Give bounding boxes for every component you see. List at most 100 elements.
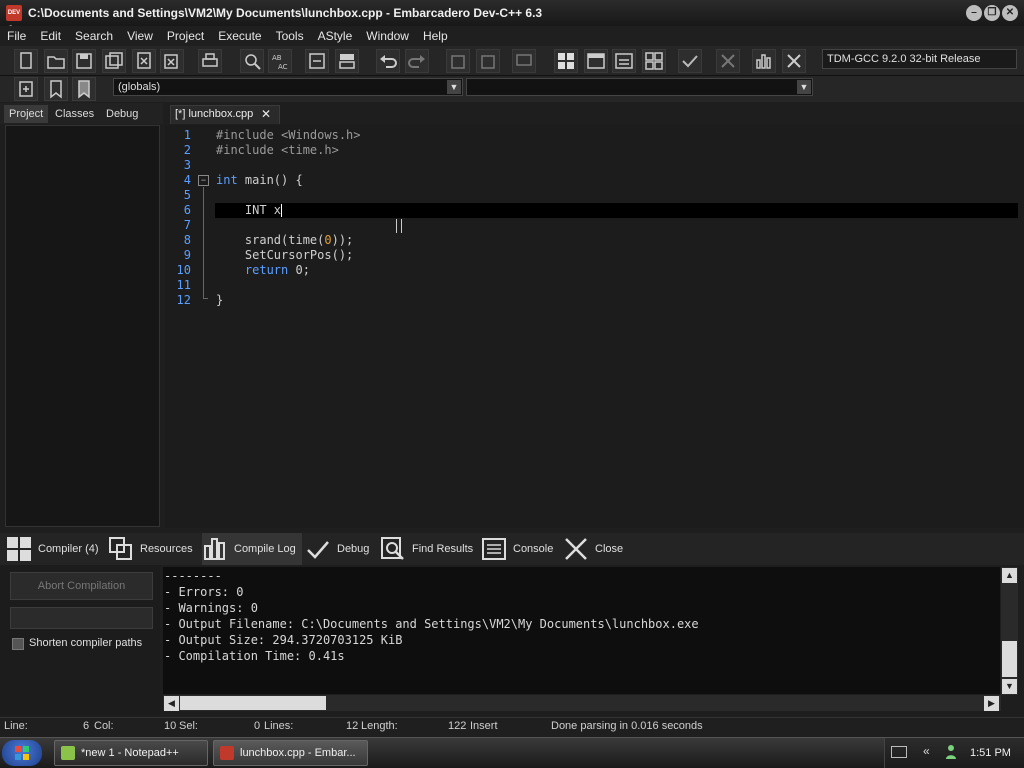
print-icon[interactable] xyxy=(198,49,222,73)
status-lines-label: Lines: xyxy=(264,720,294,732)
bookmark-icon[interactable] xyxy=(44,77,68,101)
goto-bookmark-icon[interactable] xyxy=(72,77,96,101)
taskbar-item-notepadpp[interactable]: *new 1 - Notepad++ xyxy=(54,740,208,766)
undo-icon[interactable] xyxy=(376,49,400,73)
run-icon[interactable] xyxy=(584,49,608,73)
current-line-text: INT x xyxy=(216,203,283,217)
tab-find-results[interactable]: Find Results xyxy=(380,533,473,565)
menu-execute[interactable]: Execute xyxy=(211,29,268,43)
scroll-up-icon[interactable]: ▲ xyxy=(1002,568,1017,583)
log-line: - Output Filename: C:\Documents and Sett… xyxy=(164,617,699,631)
code-line: #include <Windows.h> xyxy=(216,128,361,142)
status-length-label: Length: xyxy=(361,720,398,732)
taskbar-item-label: *new 1 - Notepad++ xyxy=(81,747,179,759)
delete-profile-icon[interactable] xyxy=(782,49,806,73)
restore-button[interactable]: ❐ xyxy=(984,5,1000,21)
code-token: } xyxy=(216,293,224,307)
stop-execution-icon[interactable] xyxy=(716,49,740,73)
status-line-label: Line: xyxy=(4,720,28,732)
scroll-right-icon[interactable]: ▶ xyxy=(984,696,999,711)
save-icon[interactable] xyxy=(72,49,96,73)
unindent-icon[interactable] xyxy=(476,49,500,73)
menu-help[interactable]: Help xyxy=(416,29,455,43)
menu-tools[interactable]: Tools xyxy=(269,29,311,43)
scroll-left-icon[interactable]: ◀ xyxy=(164,696,179,711)
close-window-button[interactable]: ✕ xyxy=(1002,5,1018,21)
menu-search[interactable]: Search xyxy=(68,29,120,43)
tab-compile-log[interactable]: Compile Log xyxy=(202,533,302,565)
tab-classes[interactable]: Classes xyxy=(50,105,99,123)
insert-icon[interactable] xyxy=(14,77,38,101)
scope-select[interactable]: (globals) ▼ xyxy=(113,78,463,96)
minimize-button[interactable]: – xyxy=(966,5,982,21)
replace-icon[interactable]: AB AC xyxy=(268,49,292,73)
compiler-select[interactable]: TDM-GCC 9.2.0 32-bit Release xyxy=(822,49,1017,69)
horizontal-scroll-thumb[interactable] xyxy=(180,696,326,710)
close-all-icon[interactable] xyxy=(160,49,184,73)
menu-file[interactable]: File xyxy=(0,29,33,43)
menu-project[interactable]: Project xyxy=(160,29,211,43)
compile-run-icon[interactable] xyxy=(612,49,636,73)
tab-compiler[interactable]: Compiler (4) xyxy=(6,533,99,565)
code-token: #include <Windows.h> xyxy=(216,128,361,142)
profile-icon[interactable] xyxy=(752,49,776,73)
fold-collapse-icon[interactable]: − xyxy=(198,175,209,186)
network-user-icon[interactable] xyxy=(945,744,957,760)
start-button[interactable] xyxy=(2,740,42,766)
status-message: Done parsing in 0.016 seconds xyxy=(551,720,703,732)
toggle-bookmark-icon[interactable] xyxy=(335,49,359,73)
code-token: main() { xyxy=(237,173,303,187)
editor-tab-label: [*] lunchbox.cpp xyxy=(175,108,254,120)
keyboard-icon[interactable] xyxy=(891,746,907,758)
menu-astyle[interactable]: AStyle xyxy=(311,29,360,43)
chevron-down-icon[interactable]: ▼ xyxy=(797,80,811,94)
menu-window[interactable]: Window xyxy=(359,29,416,43)
goto-line-icon[interactable] xyxy=(305,49,329,73)
new-file-icon[interactable] xyxy=(14,49,38,73)
editor-tab-lunchbox[interactable]: [*] lunchbox.cpp ✕ xyxy=(170,105,280,124)
close-tab-icon[interactable]: ✕ xyxy=(261,106,271,123)
find-icon[interactable] xyxy=(240,49,264,73)
status-lines-value: 12 xyxy=(346,720,359,732)
tab-console[interactable]: Console xyxy=(481,533,553,565)
line-number: 7 xyxy=(183,218,191,232)
indent-icon[interactable] xyxy=(446,49,470,73)
log-line: -------- xyxy=(164,569,222,583)
shorten-paths-label: Shorten compiler paths xyxy=(29,637,143,649)
save-all-icon[interactable] xyxy=(102,49,126,73)
menu-edit[interactable]: Edit xyxy=(33,29,68,43)
vertical-scroll-thumb[interactable] xyxy=(1002,641,1017,677)
compile-icon[interactable] xyxy=(554,49,578,73)
code-editor[interactable]: 1 2 3 4 5 6 7 8 9 10 11 12 #include <Windows.h> #inc… xyxy=(165,125,1024,528)
tab-close[interactable]: Close xyxy=(563,533,623,565)
function-select[interactable]: ▼ xyxy=(466,78,813,96)
shorten-paths-checkbox[interactable] xyxy=(12,638,24,650)
redo-icon[interactable] xyxy=(405,49,429,73)
project-tree[interactable] xyxy=(5,125,160,527)
title-bar: DEV C++ C:\Documents and Settings\VM2\My… xyxy=(0,0,1024,32)
log-horizontal-scrollbar[interactable]: ◀ ▶ xyxy=(163,695,1001,711)
text-cursor-icon xyxy=(396,219,402,233)
line-number: 3 xyxy=(183,158,191,172)
open-folder-icon[interactable] xyxy=(44,49,68,73)
close-file-icon[interactable] xyxy=(132,49,156,73)
log-line: - Errors: 0 xyxy=(164,585,244,599)
tab-project[interactable]: Project xyxy=(4,105,49,123)
notepadpp-icon xyxy=(61,746,75,760)
tab-resources[interactable]: Resources xyxy=(108,533,193,565)
rebuild-all-icon[interactable] xyxy=(642,49,666,73)
log-vertical-scrollbar[interactable]: ▲ ▼ xyxy=(1001,567,1018,695)
scroll-down-icon[interactable]: ▼ xyxy=(1002,679,1017,694)
code-token: SetCursorPos(); xyxy=(216,248,354,262)
menu-view[interactable]: View xyxy=(120,29,160,43)
devcpp-app-icon[interactable]: DEV C++ xyxy=(6,5,22,32)
chevron-down-icon[interactable]: ▼ xyxy=(447,80,461,94)
taskbar-item-devcpp[interactable]: lunchbox.cpp - Embar... xyxy=(213,740,368,766)
compile-log-output[interactable]: -------- - Errors: 0 - Warnings: 0 - Out… xyxy=(163,567,1000,694)
abort-compilation-button[interactable]: Abort Compilation xyxy=(10,572,153,600)
comment-icon[interactable] xyxy=(512,49,536,73)
tab-debug-bottom[interactable]: Debug xyxy=(305,533,369,565)
tab-debug[interactable]: Debug xyxy=(101,105,143,123)
syntax-check-icon[interactable] xyxy=(678,49,702,73)
tray-expand-icon[interactable]: « xyxy=(923,744,930,758)
